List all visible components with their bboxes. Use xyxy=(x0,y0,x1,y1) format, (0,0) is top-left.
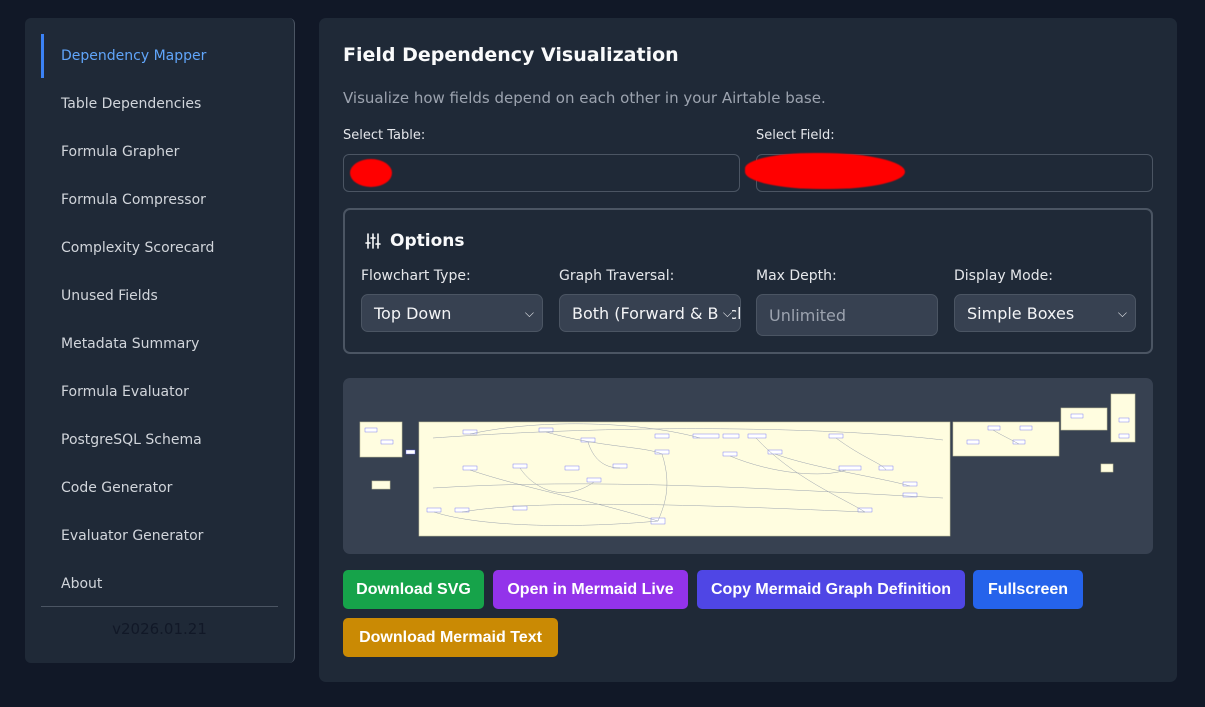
open-mermaid-live-button[interactable]: Open in Mermaid Live xyxy=(493,570,688,609)
display-mode-label: Display Mode: xyxy=(954,268,1053,284)
graph-preview[interactable] xyxy=(343,378,1153,554)
chevron-down-icon: ⌵ xyxy=(520,306,534,321)
select-table-label: Select Table: xyxy=(343,128,426,143)
main-panel: Field Dependency Visualization Visualize… xyxy=(319,18,1177,682)
sliders-icon xyxy=(365,233,381,249)
dependency-graph xyxy=(359,393,1136,537)
copy-mermaid-definition-button[interactable]: Copy Mermaid Graph Definition xyxy=(697,570,965,609)
graph-traversal-value: Both (Forward & Backward) xyxy=(572,303,740,323)
max-depth-input[interactable]: Unlimited xyxy=(756,294,938,336)
sidebar-item-unused-fields[interactable]: Unused Fields xyxy=(41,274,278,318)
select-field-label: Select Field: xyxy=(756,128,835,143)
sidebar-item-metadata-summary[interactable]: Metadata Summary xyxy=(41,322,278,366)
fullscreen-button[interactable]: Fullscreen xyxy=(973,570,1083,609)
sidebar-item-complexity-scorecard[interactable]: Complexity Scorecard xyxy=(41,226,278,270)
sidebar-item-evaluator-generator[interactable]: Evaluator Generator xyxy=(41,514,278,558)
sidebar-item-formula-evaluator[interactable]: Formula Evaluator xyxy=(41,370,278,414)
sidebar-divider xyxy=(41,606,278,607)
select-field-field[interactable] xyxy=(745,153,1153,192)
sidebar-item-dependency-mapper[interactable]: Dependency Mapper xyxy=(41,34,278,78)
download-svg-button[interactable]: Download SVG xyxy=(343,570,484,609)
flowchart-type-label: Flowchart Type: xyxy=(361,268,471,284)
page-description: Visualize how fields depend on each othe… xyxy=(343,89,826,107)
graph-traversal-select[interactable]: Both (Forward & Backward) ⌵ xyxy=(559,294,741,332)
display-mode-value: Simple Boxes xyxy=(967,303,1075,323)
options-title: Options xyxy=(390,231,465,251)
max-depth-placeholder: Unlimited xyxy=(769,305,847,325)
sidebar-item-postgresql-schema[interactable]: PostgreSQL Schema xyxy=(41,418,278,462)
display-mode-select[interactable]: Simple Boxes ⌵ xyxy=(954,294,1136,332)
flowchart-type-select[interactable]: Top Down ⌵ xyxy=(361,294,543,332)
select-table-field[interactable] xyxy=(343,154,740,192)
sidebar-item-table-dependencies[interactable]: Table Dependencies xyxy=(41,82,278,126)
options-panel: Options Flowchart Type: Top Down ⌵ Graph… xyxy=(343,208,1153,354)
download-mermaid-text-button[interactable]: Download Mermaid Text xyxy=(343,618,558,657)
sidebar: Dependency Mapper Table Dependencies For… xyxy=(25,18,295,663)
sidebar-item-formula-compressor[interactable]: Formula Compressor xyxy=(41,178,278,222)
max-depth-label: Max Depth: xyxy=(756,268,837,284)
redaction-mark xyxy=(350,159,392,187)
chevron-down-icon: ⌵ xyxy=(1113,306,1127,321)
page-title: Field Dependency Visualization xyxy=(343,44,679,66)
options-heading: Options xyxy=(365,231,464,251)
graph-traversal-label: Graph Traversal: xyxy=(559,268,675,284)
redaction-mark xyxy=(745,153,905,189)
sidebar-item-code-generator[interactable]: Code Generator xyxy=(41,466,278,510)
sidebar-item-formula-grapher[interactable]: Formula Grapher xyxy=(41,130,278,174)
sidebar-item-about[interactable]: About xyxy=(41,562,278,606)
version-label: v2026.01.21 xyxy=(112,620,207,638)
chevron-down-icon: ⌵ xyxy=(718,306,732,321)
flowchart-type-value: Top Down xyxy=(374,303,452,323)
